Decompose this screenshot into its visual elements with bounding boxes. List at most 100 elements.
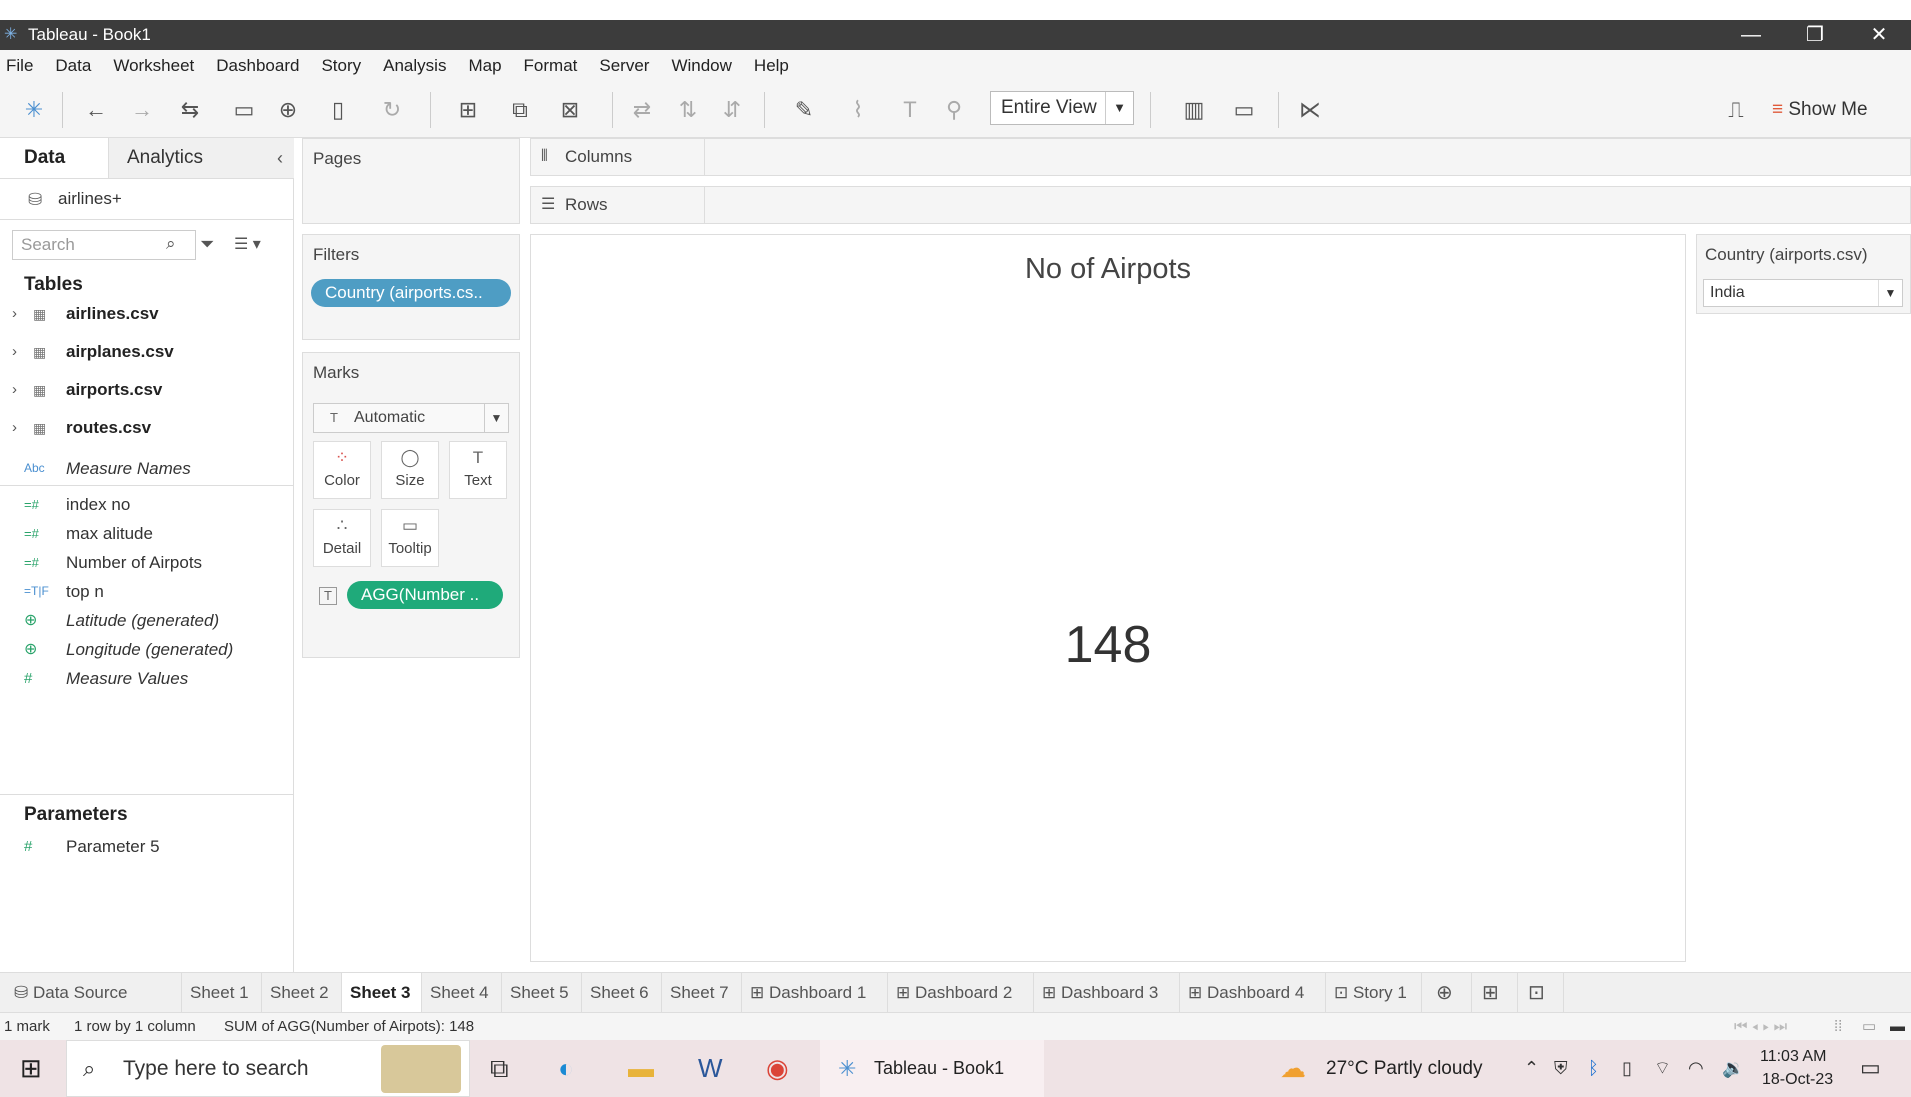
- show-hidden-icons[interactable]: ⌃: [1524, 1052, 1539, 1084]
- tab-data-source[interactable]: ⛁ Data Source: [6, 973, 182, 1013]
- table-item[interactable]: › ▦ airports.csv: [0, 372, 294, 408]
- parameter-item[interactable]: # Parameter 5: [0, 832, 294, 861]
- text-button[interactable]: T Text: [449, 441, 507, 499]
- tab-dashboard-3[interactable]: ⊞ Dashboard 3: [1034, 973, 1180, 1013]
- tab-sheet-3[interactable]: Sheet 3: [342, 973, 422, 1013]
- tab-analytics[interactable]: Analytics: [108, 138, 294, 178]
- field-item[interactable]: =T|F top n: [0, 577, 294, 606]
- field-item[interactable]: ⊕ Longitude (generated): [0, 635, 294, 664]
- duplicate-sheet-icon[interactable]: ⧉: [506, 96, 534, 124]
- field-item[interactable]: ⊕ Latitude (generated): [0, 606, 294, 635]
- filter-pill[interactable]: Country (airports.cs..: [311, 279, 511, 307]
- field-item[interactable]: # Measure Values: [0, 664, 294, 693]
- rows-shelf[interactable]: ☰ Rows: [530, 186, 1911, 224]
- tab-dashboard-1[interactable]: ⊞ Dashboard 1: [742, 973, 888, 1013]
- menu-analysis[interactable]: Analysis: [383, 56, 446, 76]
- pages-card[interactable]: Pages: [302, 138, 520, 224]
- quick-filter-dropdown[interactable]: India ▼: [1703, 279, 1903, 307]
- tabs-view-icon[interactable]: ▬: [1890, 1013, 1905, 1041]
- format-painter-icon[interactable]: ⎍: [1722, 96, 1750, 124]
- taskbar-search-input[interactable]: ⌕ Type here to search: [66, 1040, 470, 1097]
- search-icon[interactable]: ⌕: [166, 234, 176, 254]
- table-item[interactable]: › ▦ airplanes.csv: [0, 334, 294, 370]
- tab-sheet-7[interactable]: Sheet 7: [662, 973, 742, 1013]
- swap-rows-columns-icon[interactable]: ⇄: [628, 96, 656, 124]
- kpi-value[interactable]: 148: [531, 615, 1685, 675]
- menu-format[interactable]: Format: [524, 56, 578, 76]
- color-button[interactable]: ⁘ Color: [313, 441, 371, 499]
- sheet-sorter-icon[interactable]: ⁞⁞: [1834, 1013, 1842, 1041]
- fix-axes-icon[interactable]: ⚲: [940, 96, 968, 124]
- tab-sheet-5[interactable]: Sheet 5: [502, 973, 582, 1013]
- collapse-pane-icon[interactable]: ‹: [277, 138, 283, 178]
- network-icon[interactable]: ⌔: [1654, 1052, 1671, 1084]
- filters-card[interactable]: Filters Country (airports.cs..: [302, 234, 520, 340]
- new-story-icon[interactable]: ⊡: [1520, 973, 1564, 1013]
- tab-sheet-2[interactable]: Sheet 2: [262, 973, 342, 1013]
- field-measure-names[interactable]: Abc Measure Names: [0, 454, 294, 486]
- menu-worksheet[interactable]: Worksheet: [113, 56, 194, 76]
- detail-button[interactable]: ∴ Detail: [313, 509, 371, 567]
- pause-updates-icon[interactable]: ▯: [318, 96, 358, 124]
- sort-descending-icon[interactable]: ⇵: [718, 96, 746, 124]
- tab-sheet-4[interactable]: Sheet 4: [422, 973, 502, 1013]
- share-icon[interactable]: ⋉: [1296, 96, 1324, 124]
- tab-sheet-6[interactable]: Sheet 6: [582, 973, 662, 1013]
- field-item[interactable]: =# Number of Airpots: [0, 548, 294, 577]
- menu-server[interactable]: Server: [599, 56, 649, 76]
- new-datasource-icon[interactable]: ⊕: [274, 96, 302, 124]
- menu-dashboard[interactable]: Dashboard: [216, 56, 299, 76]
- notifications-icon[interactable]: ▭: [1860, 1052, 1881, 1084]
- field-item[interactable]: =# index no: [0, 490, 294, 519]
- menu-map[interactable]: Map: [468, 56, 501, 76]
- tab-dashboard-4[interactable]: ⊞ Dashboard 4: [1180, 973, 1326, 1013]
- new-dashboard-icon[interactable]: ⊞: [1474, 973, 1518, 1013]
- menu-story[interactable]: Story: [321, 56, 361, 76]
- weather-text[interactable]: 27°C Partly cloudy: [1326, 1040, 1483, 1097]
- battery-icon[interactable]: ▯: [1622, 1052, 1632, 1084]
- taskbar-tableau-app[interactable]: ✳ Tableau - Book1: [820, 1040, 1044, 1097]
- presentation-mode-icon[interactable]: ▭: [1230, 96, 1258, 124]
- word-icon[interactable]: W: [698, 1052, 723, 1084]
- task-view-icon[interactable]: ⧉: [490, 1052, 509, 1084]
- cards-icon[interactable]: ▥: [1170, 96, 1218, 124]
- wifi-icon[interactable]: ◠: [1688, 1052, 1704, 1084]
- tableau-home-icon[interactable]: ✳: [20, 96, 48, 124]
- clock-time[interactable]: 11:03 AM: [1760, 1048, 1826, 1066]
- chevron-right-icon[interactable]: ›: [12, 334, 17, 370]
- filmstrip-icon[interactable]: ▭: [1862, 1013, 1876, 1041]
- file-explorer-icon[interactable]: ▬: [628, 1052, 654, 1084]
- size-button[interactable]: ◯ Size: [381, 441, 439, 499]
- refresh-icon[interactable]: ↻: [372, 96, 412, 124]
- close-button[interactable]: ✕: [1847, 20, 1911, 50]
- restore-button[interactable]: ❐: [1783, 20, 1847, 50]
- group-members-icon[interactable]: ⌇: [838, 96, 878, 124]
- menu-data[interactable]: Data: [55, 56, 91, 76]
- volume-icon[interactable]: 🔉: [1722, 1052, 1744, 1084]
- table-item[interactable]: › ▦ routes.csv: [0, 410, 294, 446]
- tab-story-1[interactable]: ⊡ Story 1: [1326, 973, 1422, 1013]
- clock-date[interactable]: 18-Oct-23: [1762, 1071, 1833, 1089]
- security-icon[interactable]: ⛨: [1554, 1052, 1568, 1084]
- menu-file[interactable]: File: [6, 56, 33, 76]
- chevron-right-icon[interactable]: ›: [12, 410, 17, 446]
- new-worksheet-icon[interactable]: ⊕: [1428, 973, 1472, 1013]
- tab-dashboard-2[interactable]: ⊞ Dashboard 2: [888, 973, 1034, 1013]
- save-icon[interactable]: ▭: [230, 96, 258, 124]
- swap-icon[interactable]: ⇆: [170, 96, 210, 124]
- windows-start-icon[interactable]: ⊞: [20, 1052, 42, 1084]
- columns-shelf[interactable]: ⫴ Columns: [530, 138, 1911, 176]
- menu-window[interactable]: Window: [671, 56, 731, 76]
- redo-icon[interactable]: →: [128, 96, 156, 124]
- view-options-icon[interactable]: ☰ ▾: [234, 234, 261, 254]
- clear-sheet-icon[interactable]: ⊠: [550, 96, 590, 124]
- measure-pill[interactable]: AGG(Number ..: [347, 581, 503, 609]
- new-sheet-icon[interactable]: ⊞: [448, 96, 488, 124]
- chrome-icon[interactable]: ◉: [766, 1052, 789, 1084]
- field-item[interactable]: =# max alitude: [0, 519, 294, 548]
- show-me-button[interactable]: ≡ Show Me: [1772, 96, 1868, 124]
- chevron-right-icon[interactable]: ›: [12, 372, 17, 408]
- tab-sheet-1[interactable]: Sheet 1: [182, 973, 262, 1013]
- highlight-icon[interactable]: ✎: [784, 96, 824, 124]
- bluetooth-icon[interactable]: ᛒ: [1588, 1052, 1599, 1084]
